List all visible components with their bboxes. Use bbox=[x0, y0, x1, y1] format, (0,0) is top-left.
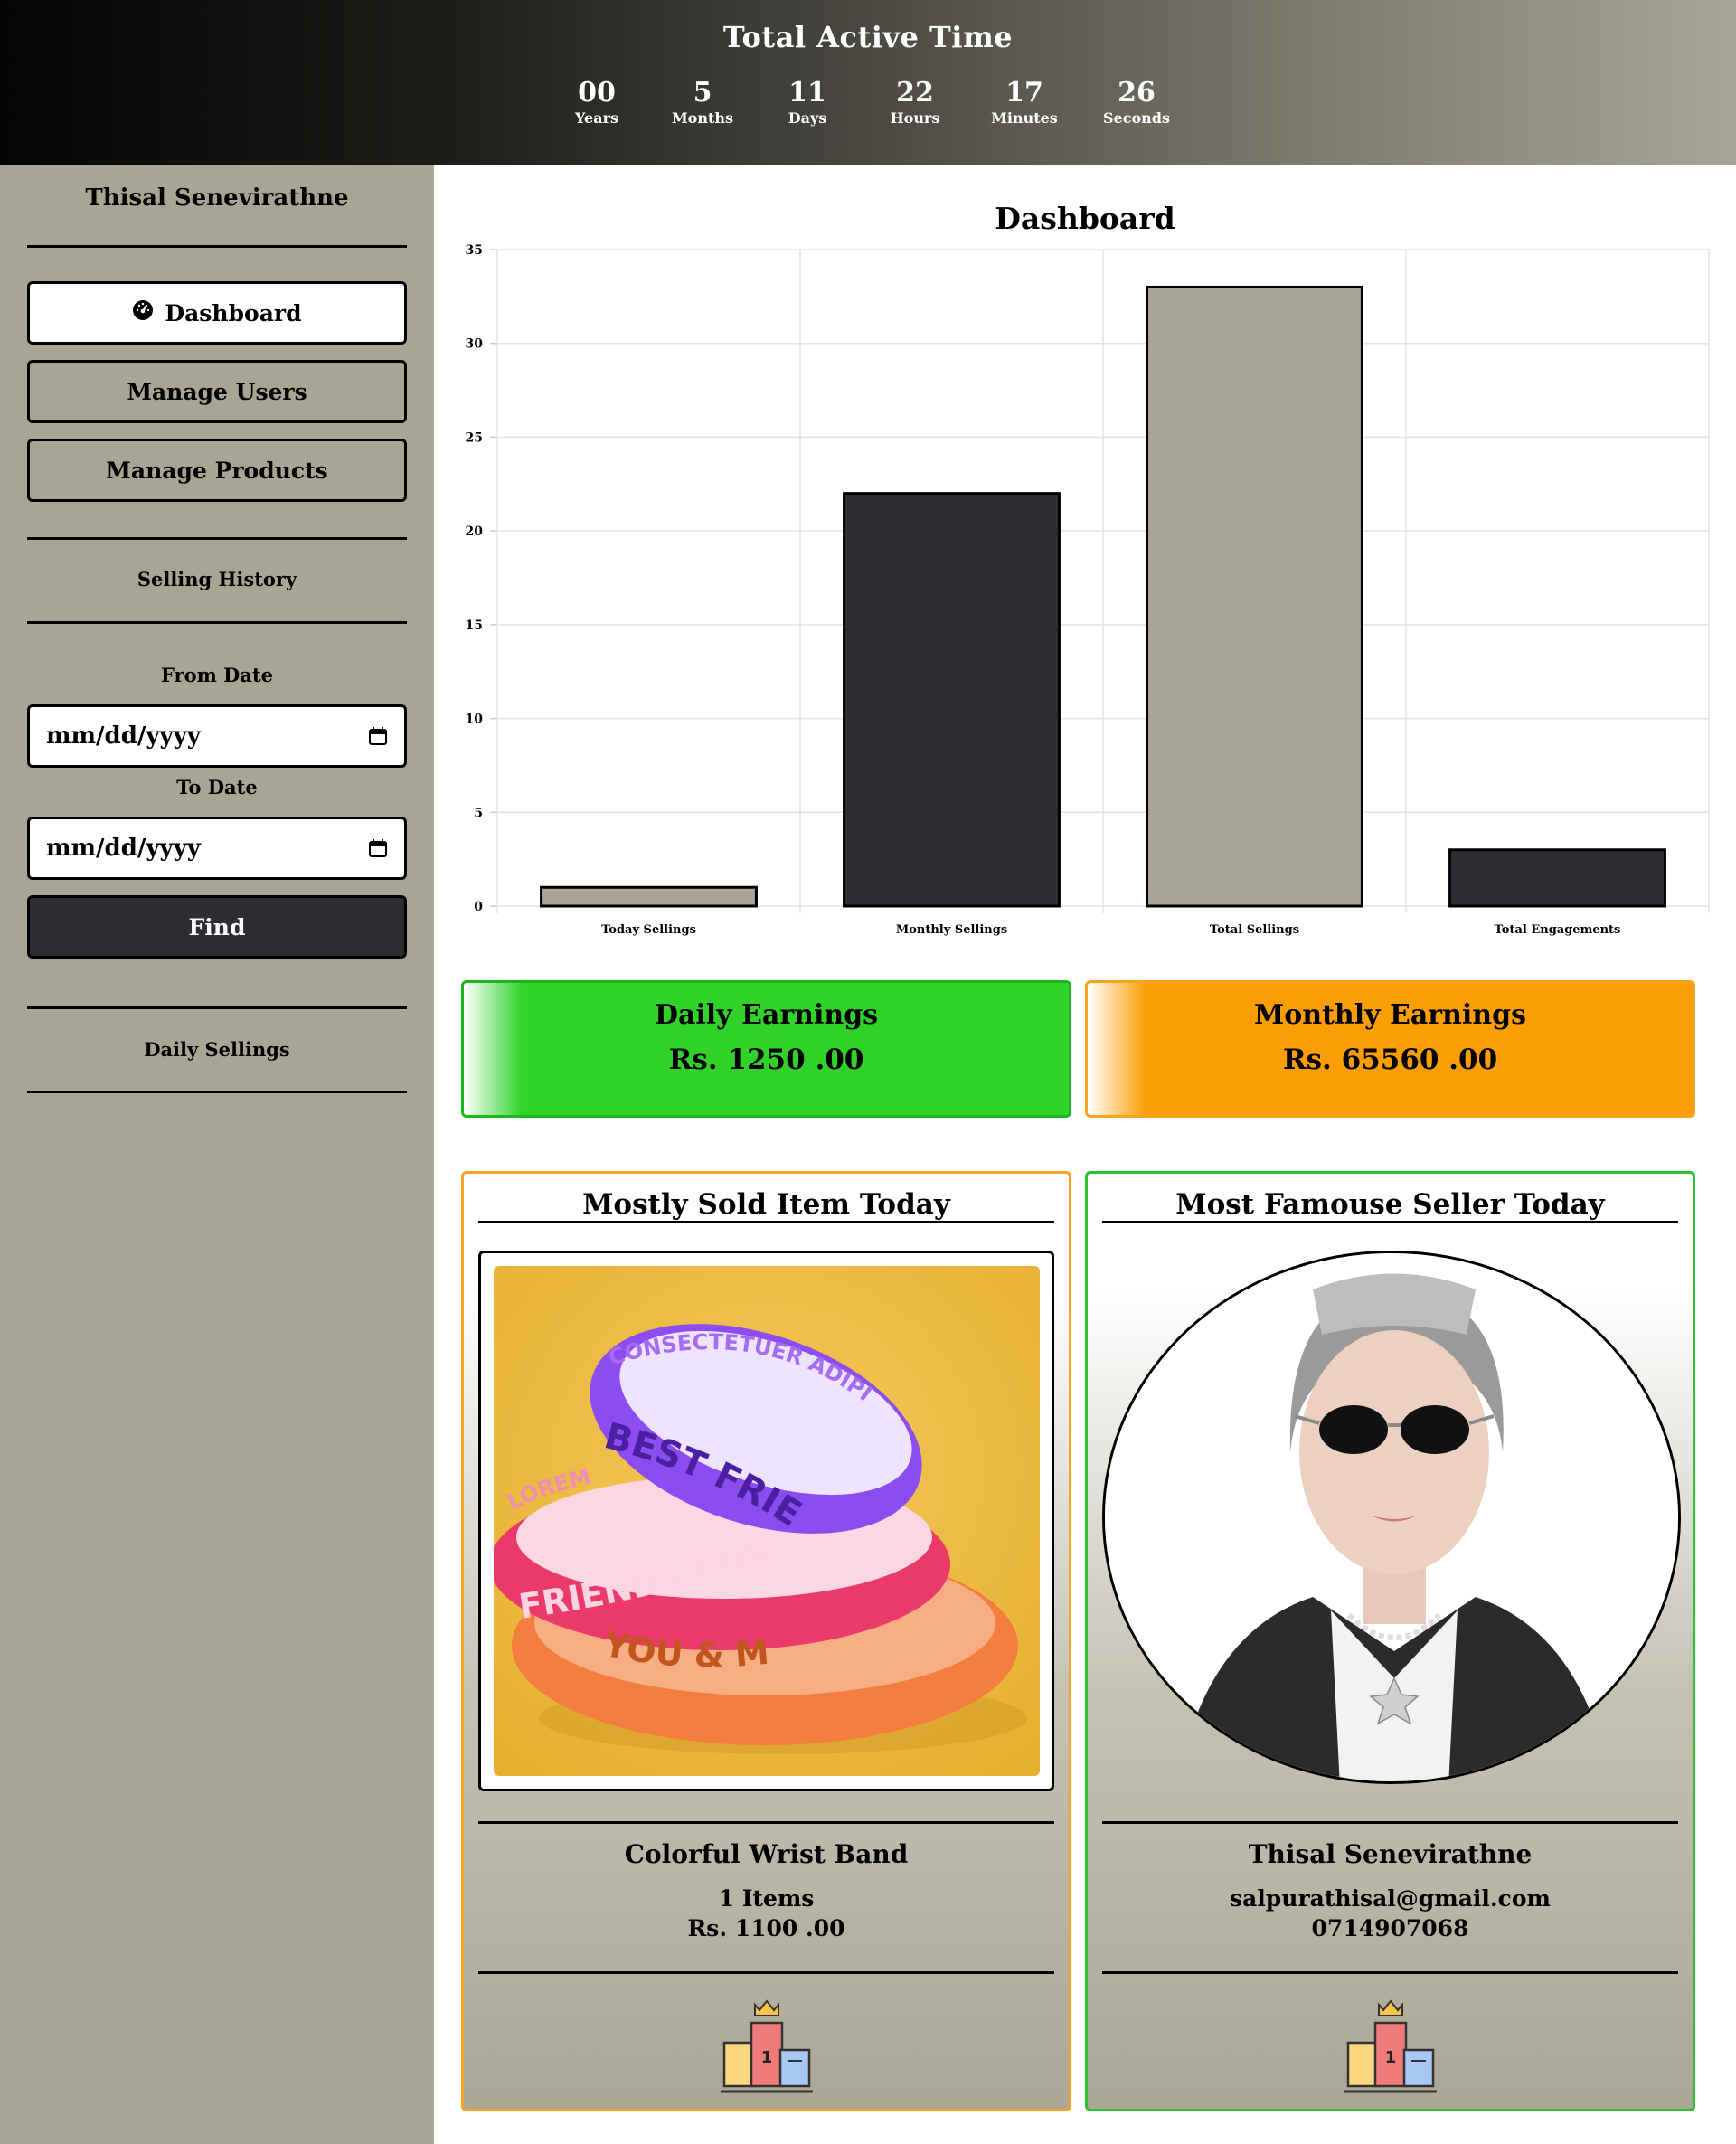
top-seller-title: Most Famouse Seller Today bbox=[1175, 1188, 1605, 1221]
timer-minutes: 17 Minutes bbox=[970, 78, 1079, 128]
x-tick-label: Today Sellings bbox=[601, 923, 696, 937]
svg-text:1: 1 bbox=[1384, 2048, 1396, 2067]
daily-earnings-value: Rs. 1250 .00 bbox=[668, 1044, 864, 1076]
divider bbox=[27, 621, 407, 624]
to-date-value: mm/dd/yyyy bbox=[46, 835, 201, 862]
chart-title: Dashboard bbox=[995, 201, 1175, 236]
calendar-icon[interactable] bbox=[368, 726, 388, 746]
monthly-earnings-value: Rs. 65560 .00 bbox=[1282, 1044, 1498, 1076]
seller-avatar bbox=[1102, 1251, 1681, 1784]
top-item-price: Rs. 1100 .00 bbox=[687, 1915, 845, 1941]
top-item-title: Mostly Sold Item Today bbox=[582, 1188, 950, 1221]
podium-icon: 1 bbox=[1341, 1998, 1440, 2097]
divider bbox=[1102, 1821, 1678, 1824]
top-item-name: Colorful Wrist Band bbox=[624, 1839, 909, 1869]
top-bar: Total Active Time 00 Years 5 Months 11 D… bbox=[0, 0, 1736, 165]
timer-days-value: 11 bbox=[788, 77, 826, 109]
bar bbox=[843, 492, 1061, 908]
from-date-label: From Date bbox=[160, 664, 274, 686]
timer-minutes-value: 17 bbox=[1005, 77, 1043, 109]
manage-products-button[interactable]: Manage Products bbox=[27, 439, 407, 502]
x-tick-label: Total Sellings bbox=[1210, 923, 1299, 937]
dashboard-button[interactable]: Dashboard bbox=[27, 281, 407, 345]
x-tick-label: Monthly Sellings bbox=[896, 923, 1007, 937]
top-seller-name: Thisal Senevirathne bbox=[1248, 1839, 1533, 1869]
y-tick-label: 25 bbox=[466, 430, 483, 445]
timer-hours: 22 Hours bbox=[861, 78, 969, 128]
timer-hours-label: Hours bbox=[890, 109, 940, 127]
calendar-icon[interactable] bbox=[368, 838, 388, 858]
timer-months: 5 Months bbox=[648, 78, 757, 128]
timer-months-label: Months bbox=[671, 109, 734, 127]
timer-hours-value: 22 bbox=[896, 77, 934, 109]
timer-seconds-value: 26 bbox=[1118, 77, 1156, 109]
dashboard-button-label: Dashboard bbox=[165, 299, 302, 326]
daily-earnings-card: Daily Earnings Rs. 1250 .00 bbox=[461, 980, 1071, 1118]
top-seller-card: Most Famouse Seller Today Thisal Senevir… bbox=[1085, 1171, 1695, 2111]
divider bbox=[27, 245, 407, 248]
divider bbox=[27, 1091, 407, 1093]
podium-icon: 1 bbox=[717, 1998, 816, 2097]
y-tick-label: 35 bbox=[466, 243, 483, 258]
to-date-input[interactable]: mm/dd/yyyy bbox=[27, 817, 407, 880]
dashboard-gauge-icon bbox=[132, 299, 154, 326]
top-seller-phone: 0714907068 bbox=[1311, 1915, 1469, 1941]
timer-minutes-label: Minutes bbox=[991, 109, 1058, 127]
from-date-input[interactable]: mm/dd/yyyy bbox=[27, 704, 407, 768]
divider bbox=[27, 537, 407, 540]
timer-seconds-label: Seconds bbox=[1103, 109, 1170, 127]
to-date-label: To Date bbox=[176, 776, 258, 798]
timer-seconds: 26 Seconds bbox=[1082, 78, 1191, 128]
top-seller-email: salpurathisal@gmail.com bbox=[1230, 1885, 1551, 1912]
active-time-title: Total Active Time bbox=[722, 20, 1014, 54]
sidebar-user-name: Thisal Senevirathne bbox=[85, 184, 349, 212]
x-tick-label: Total Engagements bbox=[1495, 923, 1621, 937]
product-image-frame: CONSECTETUER ADIPISCING BEST FRIENDS LOR… bbox=[478, 1251, 1054, 1791]
divider bbox=[1102, 1221, 1678, 1223]
top-item-card: Mostly Sold Item Today CONSECTETUER ADIP… bbox=[461, 1171, 1071, 2111]
divider bbox=[478, 1821, 1054, 1824]
divider bbox=[478, 1221, 1054, 1223]
monthly-earnings-card: Monthly Earnings Rs. 65560 .00 bbox=[1085, 980, 1695, 1118]
y-tick-label: 30 bbox=[466, 337, 484, 352]
y-tick-label: 5 bbox=[474, 806, 483, 820]
daily-sellings-link[interactable]: Daily Sellings bbox=[0, 1038, 434, 1061]
divider bbox=[27, 1006, 407, 1009]
monthly-earnings-title: Monthly Earnings bbox=[1254, 999, 1526, 1031]
from-date-value: mm/dd/yyyy bbox=[46, 723, 201, 750]
svg-text:1: 1 bbox=[760, 2048, 772, 2067]
timer-years: 00 Years bbox=[542, 78, 651, 128]
y-tick-label: 15 bbox=[466, 619, 483, 633]
y-tick-label: 20 bbox=[466, 524, 484, 539]
bar bbox=[1146, 285, 1363, 908]
divider bbox=[478, 1971, 1054, 1974]
timer-days-label: Days bbox=[788, 109, 827, 127]
sidebar: Thisal Senevirathne Dashboard Manage Use… bbox=[0, 165, 434, 2144]
y-tick-label: 10 bbox=[466, 713, 484, 727]
dashboard-bar-chart: 0 5 10 15 20 25 30 35 Today Sellings Monthly Sell… bbox=[466, 243, 1710, 937]
bar bbox=[1448, 848, 1666, 908]
find-button[interactable]: Find bbox=[27, 895, 407, 959]
product-image: CONSECTETUER ADIPISCING BEST FRIENDS LOR… bbox=[494, 1266, 1040, 1776]
daily-earnings-title: Daily Earnings bbox=[654, 999, 879, 1031]
divider bbox=[1102, 1971, 1678, 1974]
timer-years-value: 00 bbox=[578, 77, 616, 109]
timer-days: 11 Days bbox=[753, 78, 862, 128]
selling-history-label: Selling History bbox=[137, 568, 297, 590]
manage-users-button[interactable]: Manage Users bbox=[27, 360, 407, 423]
y-tick-label: 0 bbox=[474, 900, 483, 914]
bar bbox=[540, 885, 758, 908]
top-item-count: 1 Items bbox=[718, 1885, 815, 1912]
timer-years-label: Years bbox=[574, 109, 618, 127]
active-time-counter: 00 Years 5 Months 11 Days 22 Hours 17 Mi… bbox=[542, 78, 1194, 141]
timer-months-value: 5 bbox=[693, 77, 712, 109]
